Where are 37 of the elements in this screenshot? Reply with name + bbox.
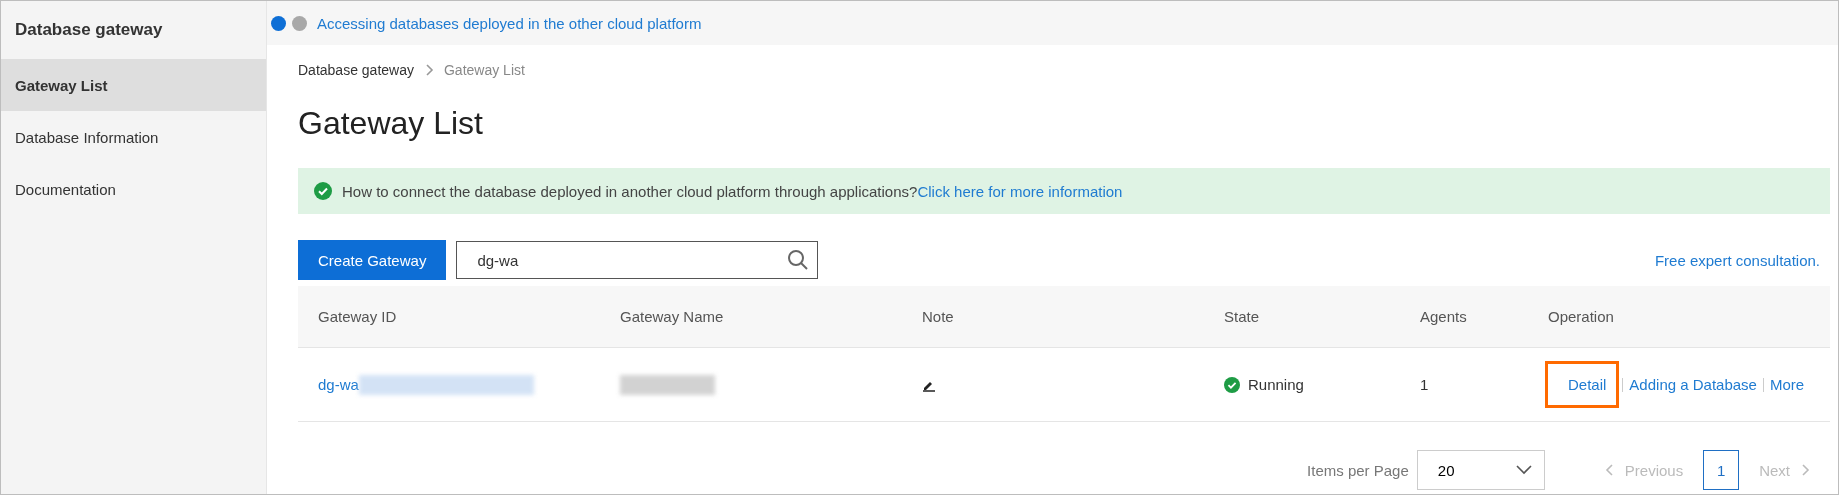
breadcrumb-item[interactable]: Database gateway [298,62,414,78]
banner-link[interactable]: Accessing databases deployed in the other cloud platform [317,14,702,32]
check-circle-icon [1224,376,1240,393]
sidebar-title: Database gateway [14,19,164,41]
sidebar-item[interactable]: Documentation [1,163,266,215]
column-header: State [1224,308,1261,325]
search-icon [787,249,810,271]
step-dot[interactable] [292,15,307,31]
info-link[interactable]: Click here for more information [917,182,1123,200]
status-running: Running [1224,376,1420,393]
column-header: Gateway Name [620,308,725,325]
page-button[interactable]: 1 [1703,450,1740,490]
gateway-id-link[interactable]: dg-wa [318,376,359,393]
operation-link[interactable]: Detail [1548,364,1617,405]
operation-link[interactable]: More [1769,376,1805,393]
chevron-left-icon [1604,462,1615,478]
column-header: Note [922,308,955,325]
column-header: Operation [1548,308,1615,325]
agents-count: 1 [1420,376,1430,393]
info-text: How to connect the database deployed in another cloud platform through applications?Click here for more information [342,182,1123,200]
step-dot[interactable] [271,15,286,31]
chevron-right-icon [1800,462,1810,478]
consultation-link[interactable]: Free expert consultation. [1654,251,1820,269]
items-per-page-label: Items per Page [1307,461,1409,479]
operation-link[interactable]: Adding a Database [1629,376,1757,393]
sidebar-item[interactable]: Database Information [1,111,266,163]
check-circle-icon [314,182,332,200]
page-title: Gateway List [298,105,484,142]
column-header: Gateway ID [318,308,398,325]
search-field[interactable]: dg-wa [456,241,819,279]
column-header: Agents [1420,308,1468,325]
chevron-down-icon [1515,465,1532,475]
sidebar-item[interactable]: Gateway List [1,59,266,111]
chevron-right-icon [423,62,434,78]
breadcrumb-item[interactable]: Gateway List [443,62,525,78]
create-gateway-button[interactable]: Create Gateway [298,240,447,280]
page-size-select[interactable]: 20 [1416,450,1545,490]
